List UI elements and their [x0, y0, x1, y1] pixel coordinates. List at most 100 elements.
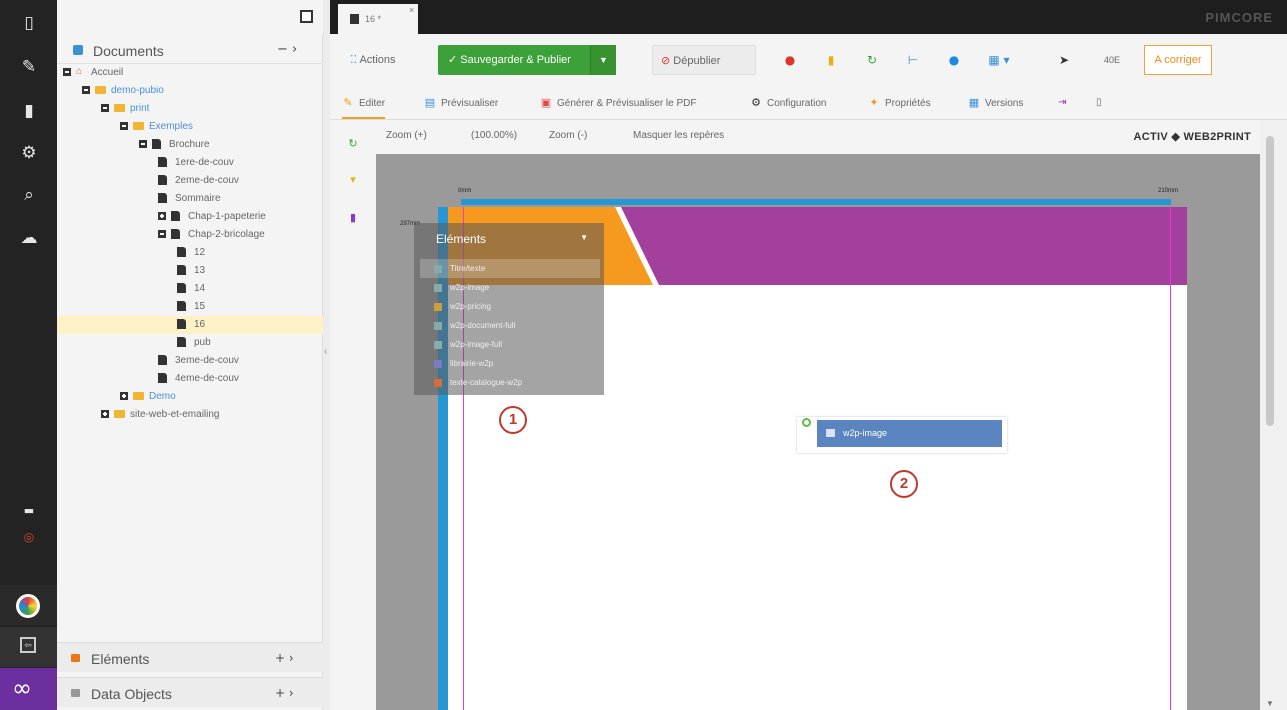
lifebuoy-icon[interactable]: ◎ [18, 526, 40, 548]
tab-configuration[interactable]: ⚙ Configuration [750, 88, 826, 119]
w2p-image-block[interactable]: w2p-image [797, 417, 1007, 453]
trash-icon[interactable]: ▮ [347, 212, 359, 224]
tab-document-16[interactable]: 16 * × [338, 4, 418, 34]
scroll-down-icon[interactable]: ▼ [1266, 699, 1274, 708]
gear-icon[interactable]: ⚙ [18, 142, 40, 164]
elements-option[interactable]: texte-catalogue-w2p [420, 373, 600, 392]
collapse-icon[interactable] [139, 140, 147, 149]
w2p-image-bar[interactable]: w2p-image [817, 420, 1002, 447]
tree-item[interactable]: 14 [57, 280, 323, 298]
tree-item[interactable]: 12 [57, 244, 323, 262]
expand-icon[interactable] [120, 392, 128, 401]
split-view-icon[interactable]: ⇥ [1058, 88, 1066, 119]
tree-item[interactable]: Chap-1-papeterie [57, 208, 323, 226]
tree-item[interactable]: Demo [57, 388, 323, 406]
scrollbar-thumb[interactable] [1266, 136, 1274, 426]
collapse-icon[interactable] [158, 230, 166, 239]
hide-marks-button[interactable]: Masquer les repères [633, 130, 724, 141]
bookmark-icon[interactable]: ▮ [823, 52, 839, 68]
close-icon[interactable]: × [409, 5, 414, 15]
vertical-scrollbar[interactable]: ▼ [1260, 120, 1287, 710]
ban-icon: ⊘ [661, 54, 671, 67]
tree-icon[interactable]: ⊢ [905, 52, 921, 68]
tab-edit[interactable]: ✎ Editer [342, 88, 386, 119]
monitor-icon[interactable]: ▬ [18, 500, 40, 522]
documents-panel-controls[interactable]: − › [277, 42, 297, 57]
collapse-icon[interactable] [82, 86, 90, 95]
tree-item[interactable]: Sommaire [57, 190, 323, 208]
tree-item[interactable]: Chap-2-bricolage [57, 226, 323, 244]
to-correct-button[interactable]: A corriger [1144, 45, 1212, 75]
collapse-icon[interactable] [101, 104, 109, 113]
tree-item[interactable]: 3eme-de-couv [57, 352, 323, 370]
tab-preview[interactable]: ▤ Prévisualiser [424, 88, 498, 119]
documents-icon[interactable]: ▯ [18, 12, 40, 34]
cursor-icon[interactable]: ➤ [1056, 52, 1072, 68]
collapse-panel-button[interactable] [300, 10, 313, 23]
tree-item-label: pub [194, 337, 211, 348]
tree-item[interactable]: 1ere-de-couv [57, 154, 323, 172]
save-publish-button[interactable]: ✓ Sauvegarder & Publier ▼ [438, 45, 616, 75]
elements-dropdown[interactable]: Eléments ▼ Titre/texte w2p-image w2p-pri… [414, 223, 604, 395]
tree-item[interactable]: Brochure [57, 136, 323, 154]
versions-icon: ▦ [968, 96, 980, 109]
tree-item[interactable]: pub [57, 334, 323, 352]
expand-icon[interactable] [158, 212, 166, 221]
wrench-icon[interactable]: ✎ [18, 56, 40, 78]
lightbulb-icon[interactable]: ▾ [347, 174, 359, 186]
reload-icon[interactable]: ↻ [864, 52, 880, 68]
infinity-button[interactable]: ∞ [0, 668, 57, 710]
elements-option[interactable]: w2p-document-full [420, 316, 600, 335]
data-objects-panel-header[interactable]: Data Objects + › [57, 677, 323, 707]
collapse-icon[interactable] [63, 68, 71, 77]
chart-icon[interactable]: ▮ [18, 100, 40, 122]
collapse-icon[interactable] [120, 122, 128, 131]
elements-panel-controls[interactable]: + › [275, 651, 294, 665]
elements-option[interactable]: librairie-w2p [420, 354, 600, 373]
tree-item[interactable]: ⌂ Accueil [57, 64, 323, 82]
tree-item[interactable]: demo-pubio [57, 82, 323, 100]
tree-item[interactable]: print [57, 100, 323, 118]
document-icon [177, 247, 186, 258]
option-label: w2p-document-full [450, 321, 516, 330]
actions-button[interactable]: ⁚⁚ Actions [342, 45, 404, 75]
refresh-icon[interactable]: ↻ [347, 138, 359, 150]
notes-icon[interactable]: ▯ [1096, 88, 1102, 119]
tree-item[interactable]: 16 [57, 316, 323, 334]
tree-item-label: Sommaire [175, 193, 221, 204]
marker-1: 1 [499, 406, 527, 434]
stop-icon[interactable]: ● [782, 52, 798, 68]
search-icon[interactable]: ⌕ [18, 184, 40, 206]
elements-option[interactable]: w2p-pricing [420, 297, 600, 316]
tree-item-label: Exemples [149, 121, 193, 132]
expand-icon[interactable] [101, 410, 109, 419]
tree-item[interactable]: 4eme-de-couv [57, 370, 323, 388]
tab-properties[interactable]: ✦ Propriétés [868, 88, 930, 119]
info-icon[interactable]: ● [946, 52, 962, 68]
tree-item[interactable]: 2eme-de-couv [57, 172, 323, 190]
calendar-dropdown-icon[interactable]: ▦ ▾ [984, 52, 1014, 68]
color-profile-button[interactable] [0, 585, 57, 625]
panel-splitter[interactable]: ‹ [323, 0, 330, 710]
elements-option[interactable]: w2p-image [420, 278, 600, 297]
tab-versions[interactable]: ▦ Versions [968, 88, 1024, 119]
elements-panel-header[interactable]: Eléments + › [57, 642, 323, 672]
cloud-icon[interactable]: ☁ [18, 227, 40, 249]
tab-generate-pdf[interactable]: ▣ Générer & Prévisualiser le PDF [540, 88, 697, 119]
unpublish-button[interactable]: ⊘ Dépublier [652, 45, 756, 75]
tree-item[interactable]: site-web-et-emailing [57, 406, 323, 424]
documents-panel-header[interactable]: Documents − › [57, 36, 323, 64]
tree-item[interactable]: 13 [57, 262, 323, 280]
zoom-out-button[interactable]: Zoom (-) [549, 130, 587, 141]
elements-option[interactable]: w2p-image-full [420, 335, 600, 354]
tree-item[interactable]: Exemples [57, 118, 323, 136]
elements-dropdown-header[interactable]: Eléments ▼ [414, 223, 604, 255]
logout-button[interactable]: ⇦ [0, 627, 57, 667]
zoom-in-button[interactable]: Zoom (+) [386, 130, 427, 141]
chevron-down-icon[interactable]: ▼ [590, 45, 616, 75]
tree-item[interactable]: 15 [57, 298, 323, 316]
folder-icon [95, 86, 106, 95]
elements-option[interactable]: Titre/texte [420, 259, 600, 278]
data-objects-panel-controls[interactable]: + › [275, 686, 294, 700]
tree-item-label: Chap-2-bricolage [188, 229, 265, 240]
